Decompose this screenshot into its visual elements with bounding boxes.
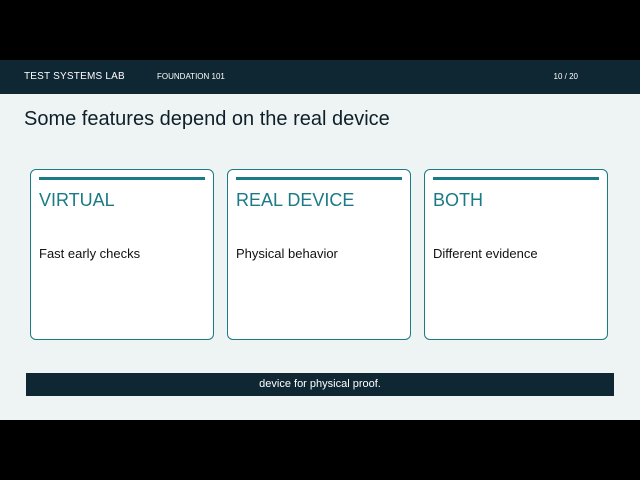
card-title: BOTH [433, 190, 484, 210]
card-accent-rule [236, 177, 402, 180]
card-real-device: REAL DEVICE Physical behavior [227, 169, 411, 340]
slide-title: Some features depend on the real device [24, 108, 390, 130]
brand-label: TEST SYSTEMS LAB [24, 71, 125, 82]
card-virtual: VIRTUAL Fast early checks [30, 169, 214, 340]
card-body: Different evidence [433, 246, 538, 261]
card-accent-rule [433, 177, 599, 180]
card-both: BOTH Different evidence [424, 169, 608, 340]
card-body: Physical behavior [236, 246, 338, 261]
subtitle-caption: device for physical proof. [26, 373, 614, 396]
slide-header-bar: TEST SYSTEMS LAB FOUNDATION 101 10 / 20 [0, 60, 640, 94]
video-frame: TEST SYSTEMS LAB FOUNDATION 101 10 / 20 … [0, 0, 640, 480]
card-title: VIRTUAL [39, 190, 115, 210]
card-title: REAL DEVICE [236, 190, 355, 210]
card-accent-rule [39, 177, 205, 180]
slide: TEST SYSTEMS LAB FOUNDATION 101 10 / 20 … [0, 60, 640, 420]
page-counter: 10 / 20 [553, 72, 578, 81]
card-body: Fast early checks [39, 246, 141, 261]
course-label: FOUNDATION 101 [157, 72, 225, 81]
